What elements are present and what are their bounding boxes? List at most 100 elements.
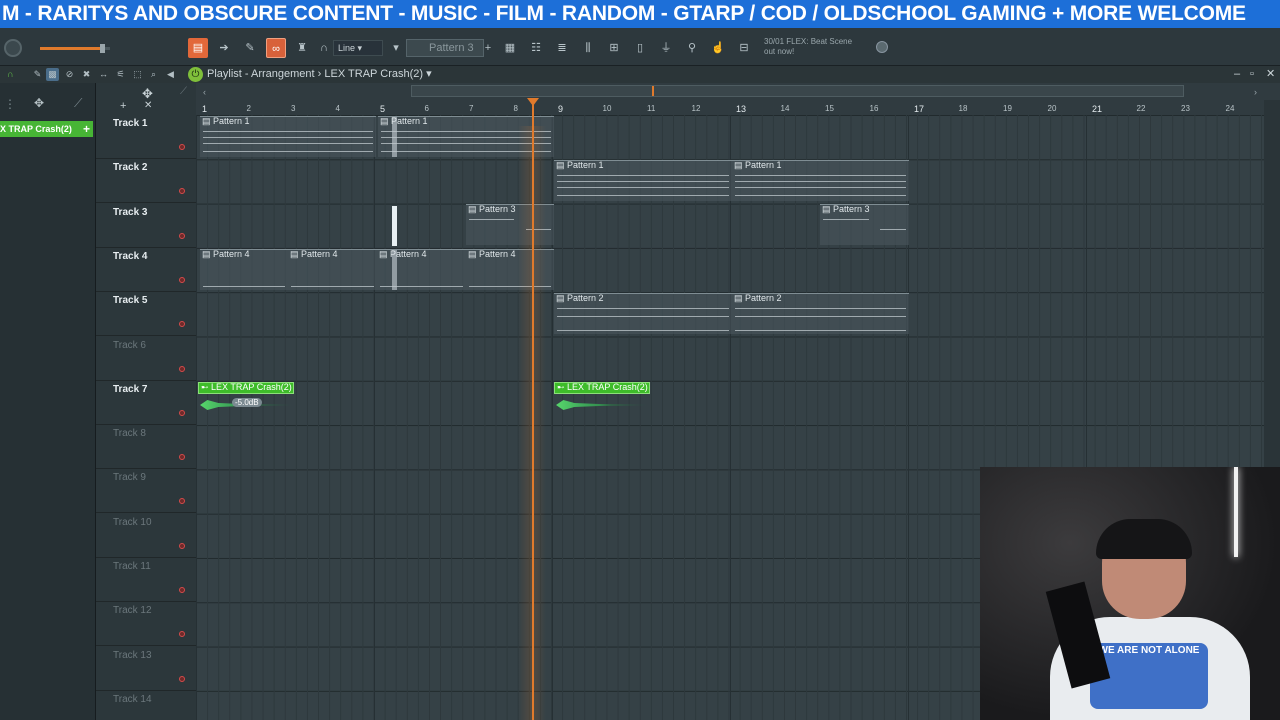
delete-tool-icon[interactable]: ⊘ — [63, 68, 76, 81]
playlist-power-icon[interactable]: ⏻ — [188, 67, 203, 82]
track-name: Track 3 — [113, 206, 148, 218]
slip-tool-icon[interactable]: ↔ — [97, 68, 110, 81]
record-dot-icon[interactable] — [179, 276, 185, 283]
record-dot-icon[interactable] — [179, 542, 185, 549]
sort-icon[interactable]: ⟋ — [74, 96, 82, 111]
track-header[interactable]: Track 8 — [96, 425, 196, 470]
draw-icon[interactable]: ⟋ — [180, 86, 187, 97]
minimize-icon[interactable]: – — [1234, 66, 1240, 83]
zoom-tool-icon[interactable]: ⌕ — [147, 68, 160, 81]
collapse-icon[interactable]: ⋮ — [4, 97, 16, 111]
record-dot-icon[interactable] — [179, 631, 185, 638]
timeline-ruler[interactable]: ‹ › 1 2 3 4 5 6 7 8 9 10 11 12 13 14 15 16 17 18 19 20 21 22 2… — [196, 83, 1280, 115]
scroll-left-icon[interactable]: ‹ — [203, 87, 206, 97]
mixer-icon[interactable]: ⫼ — [578, 38, 598, 58]
piano-icon[interactable]: ▤ — [188, 38, 208, 58]
plus-icon[interactable]: + — [483, 38, 493, 58]
pattern-clip[interactable]: ▤ Pattern 2 — [554, 293, 732, 334]
bar-number: 21 — [1092, 104, 1103, 114]
pattern-clip[interactable]: ▤ Pattern 4 — [200, 249, 288, 290]
track-header[interactable]: Track 6 — [96, 337, 196, 381]
browser-icon[interactable]: ⊞ — [604, 38, 624, 58]
touch-icon[interactable]: ☝ — [708, 38, 728, 58]
add-icon[interactable]: + — [83, 121, 90, 137]
track-header[interactable]: Track 12 — [96, 602, 196, 647]
pattern-clip[interactable]: ▤ Pattern 2 — [732, 293, 909, 334]
close-tracks-icon[interactable]: ✕ — [144, 100, 152, 111]
snap-select[interactable]: Line ▾ — [333, 40, 383, 56]
record-dot-icon[interactable] — [179, 454, 185, 461]
record-dot-icon[interactable] — [179, 321, 185, 328]
track-header[interactable]: Track 1 — [96, 115, 196, 159]
pattern-selector[interactable]: Pattern 3 — [406, 39, 484, 57]
track-header[interactable]: Track 2 — [96, 159, 196, 204]
mute-tool-icon[interactable]: ✖ — [80, 68, 93, 81]
plug-icon[interactable]: ⏚ — [656, 38, 676, 58]
record-dot-icon[interactable] — [179, 365, 185, 372]
audio-clip[interactable]: ➸ LEX TRAP Crash(2) -5.0dB — [198, 382, 294, 423]
step-seq-icon[interactable]: ☷ — [526, 38, 546, 58]
dropdown-icon[interactable]: ▾ — [390, 38, 402, 58]
close-icon[interactable]: ✕ — [1266, 66, 1275, 83]
record-dot-icon[interactable] — [179, 675, 185, 682]
add-track-icon[interactable]: + — [120, 100, 126, 112]
record-dot-icon[interactable] — [179, 587, 185, 593]
playlist-icon[interactable]: ▦ — [500, 38, 520, 58]
horizontal-scrollbar[interactable] — [411, 85, 1184, 97]
arrow-icon[interactable]: ➔ — [214, 38, 234, 58]
select-tool-icon[interactable]: ⬚ — [131, 68, 144, 81]
master-pitch-slider[interactable] — [40, 44, 110, 53]
stamp-icon[interactable]: ♜ — [292, 38, 312, 58]
brush-tool-icon[interactable]: ▩ — [46, 68, 59, 81]
bar-number: 17 — [914, 104, 925, 114]
magnet-icon[interactable]: ∩ — [318, 38, 330, 58]
bar-number: 14 — [780, 104, 790, 113]
pattern-clip[interactable]: ▤ Pattern 4 — [377, 249, 466, 290]
track-header[interactable]: Track 14 — [96, 691, 196, 720]
bar-number: 13 — [736, 104, 747, 114]
channel-rack-icon[interactable]: ▯ — [630, 38, 650, 58]
link-icon[interactable]: ∞ — [266, 38, 286, 58]
track-header[interactable]: Track 4 — [96, 248, 196, 292]
pattern-clip[interactable]: ▤ Pattern 1 — [732, 160, 909, 201]
playhead[interactable] — [518, 98, 546, 720]
pattern-clip[interactable]: ▤ Pattern 1 — [200, 116, 376, 157]
pattern-clip[interactable]: ▤ Pattern 3 — [820, 204, 909, 245]
bar-number: 11 — [647, 104, 656, 113]
record-dot-icon[interactable] — [179, 188, 185, 195]
maximize-icon[interactable]: ▫ — [1250, 66, 1254, 83]
browser-item-selected[interactable]: X TRAP Crash(2) + — [0, 121, 93, 137]
record-dot-icon[interactable] — [179, 498, 185, 505]
track-header[interactable]: Track 7 — [96, 381, 196, 425]
magnet-snap-icon[interactable]: ∩ — [4, 68, 17, 81]
track-header[interactable]: Track 9 — [96, 469, 196, 514]
playlist-title: Playlist - Arrangement › LEX TRAP Crash(… — [207, 68, 432, 80]
move-icon[interactable]: ✥ — [34, 96, 44, 110]
pencil-icon[interactable]: ✎ — [240, 38, 260, 58]
tempo-icon[interactable]: ⚲ — [682, 38, 702, 58]
pattern-clip[interactable]: ▤ Pattern 4 — [288, 249, 377, 290]
track-name: Track 10 — [113, 516, 152, 528]
scroll-right-icon[interactable]: › — [1254, 87, 1257, 97]
stream-banner: M - RARITYS AND OBSCURE CONTENT - MUSIC … — [0, 0, 1280, 28]
record-dot-icon[interactable] — [179, 409, 185, 416]
record-dot-icon[interactable] — [179, 144, 185, 150]
play-tool-icon[interactable]: ◀ — [164, 68, 177, 81]
pattern-clip[interactable]: ▤ Pattern 1 — [554, 160, 732, 201]
bar-number: 19 — [1003, 104, 1012, 113]
track-header[interactable]: Track 3 — [96, 204, 196, 248]
audio-clip[interactable]: ➸ LEX TRAP Crash(2) — [554, 382, 650, 423]
slice-tool-icon[interactable]: ⚟ — [114, 68, 127, 81]
master-volume-knob[interactable] — [4, 39, 22, 57]
track-header[interactable]: Track 10 — [96, 514, 196, 558]
cart-icon[interactable]: ⊟ — [734, 38, 754, 58]
track-header[interactable]: Track 5 — [96, 292, 196, 337]
piano-roll-icon[interactable]: ≣ — [552, 38, 572, 58]
track-header[interactable]: Track 13 — [96, 647, 196, 691]
globe-icon[interactable] — [876, 41, 888, 53]
record-dot-icon[interactable] — [179, 232, 185, 239]
pencil-tool-icon[interactable]: ✎ — [31, 68, 44, 81]
bar-number: 3 — [291, 104, 296, 113]
bar-number: 15 — [825, 104, 834, 113]
track-header[interactable]: Track 11 — [96, 558, 196, 602]
